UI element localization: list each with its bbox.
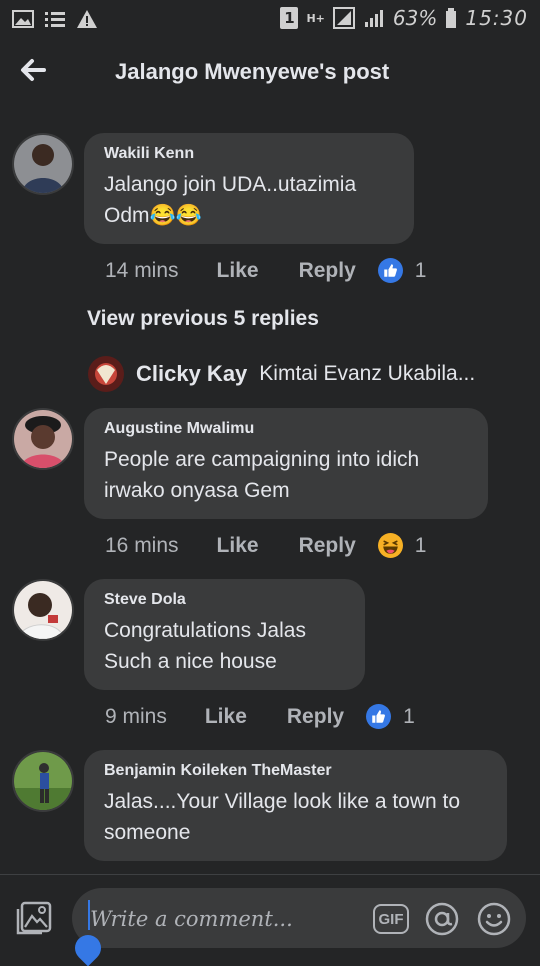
reply-button[interactable]: Reply	[299, 259, 356, 283]
comment-text: Jalas....Your Village look like a town t…	[104, 790, 461, 844]
like-button[interactable]: Like	[217, 259, 259, 283]
avatar[interactable]	[12, 133, 74, 195]
mention-button[interactable]	[424, 901, 460, 937]
comment-bubble[interactable]: Steve Dola Congratulations Jalas Such a …	[84, 579, 365, 690]
comment-author[interactable]: Benjamin Koileken TheMaster	[104, 762, 487, 780]
clock: 15:30	[465, 6, 528, 30]
like-button[interactable]: Like	[217, 534, 259, 558]
avatar[interactable]	[12, 408, 74, 470]
reply-preview[interactable]: Clicky Kay Kimtai Evanz Ukabila...	[88, 356, 475, 392]
reactions[interactable]: 1	[377, 258, 427, 283]
avatar[interactable]	[12, 750, 74, 812]
thumbs-up-icon	[377, 258, 403, 283]
comment-text: People are campaigning into idich irwako…	[104, 448, 420, 502]
list-notification-icon	[45, 12, 65, 27]
at-sign-icon	[425, 902, 459, 936]
avatar[interactable]	[12, 579, 74, 641]
like-button[interactable]: Like	[205, 705, 247, 729]
comment-author[interactable]: Augustine Mwalimu	[104, 420, 468, 438]
photo-button[interactable]	[15, 899, 55, 939]
comment-author[interactable]: Wakili Kenn	[104, 145, 394, 163]
comment-actions: 9 mins Like Reply 1	[105, 704, 415, 729]
back-button[interactable]	[18, 52, 54, 88]
thumbs-up-icon	[366, 704, 392, 729]
signal-box-icon	[332, 7, 355, 29]
comment-time[interactable]: 14 mins	[105, 259, 179, 283]
warning-icon	[77, 10, 97, 28]
page-title: Jalango Mwenyewe's post	[115, 59, 390, 84]
comment-bubble[interactable]: Wakili Kenn Jalango join UDA..utazimia O…	[84, 133, 414, 244]
haha-reaction-icon	[377, 533, 403, 558]
laughing-emoji: 😂😂	[149, 204, 202, 227]
comment-actions: 16 mins Like Reply 1	[105, 533, 426, 558]
comment-time[interactable]: 9 mins	[105, 705, 167, 729]
comment-actions: 14 mins Like Reply 1	[105, 258, 426, 283]
comment-author[interactable]: Steve Dola	[104, 591, 345, 609]
battery-icon	[446, 8, 457, 28]
reaction-count: 1	[414, 533, 427, 557]
comments-list[interactable]: Wakili Kenn Jalango join UDA..utazimia O…	[0, 108, 540, 874]
reaction-count: 1	[403, 704, 415, 728]
reactions[interactable]: 1	[366, 704, 415, 729]
smiley-icon	[477, 902, 511, 936]
photo-icon	[16, 901, 52, 935]
post-header: Jalango Mwenyewe's post	[0, 38, 540, 108]
emoji-button[interactable]	[476, 901, 512, 937]
reactions[interactable]: 1	[377, 533, 427, 558]
battery-percent: 63%	[392, 6, 438, 30]
status-bar: 1 H+ 63% 15:30	[0, 0, 540, 38]
text-caret	[88, 900, 90, 930]
comment-text: Congratulations Jalas Such a nice house	[104, 619, 306, 673]
network-type: H+	[306, 11, 325, 25]
avatar[interactable]	[88, 356, 124, 392]
gif-button[interactable]: GIF	[373, 904, 409, 934]
reply-button[interactable]: Reply	[299, 534, 356, 558]
comment-input-box[interactable]: GIF	[72, 888, 526, 948]
view-previous-replies-link[interactable]: View previous 5 replies	[87, 307, 319, 331]
reply-author[interactable]: Clicky Kay	[136, 361, 247, 387]
sim-badge: 1	[280, 7, 299, 29]
reply-text: Kimtai Evanz Ukabila...	[259, 362, 476, 385]
comment-bubble[interactable]: Augustine Mwalimu People are campaigning…	[84, 408, 488, 519]
comment-text: Jalango join UDA..utazimia Odm😂😂	[104, 173, 357, 227]
reaction-count: 1	[414, 258, 427, 282]
gallery-notification-icon	[12, 10, 34, 28]
comment-input[interactable]	[88, 901, 372, 937]
arrow-left-icon	[21, 59, 46, 81]
comment-bubble[interactable]: Benjamin Koileken TheMaster Jalas....You…	[84, 750, 507, 861]
comment-time[interactable]: 16 mins	[105, 534, 179, 558]
reply-button[interactable]: Reply	[287, 705, 344, 729]
signal-bars-icon	[364, 10, 383, 27]
